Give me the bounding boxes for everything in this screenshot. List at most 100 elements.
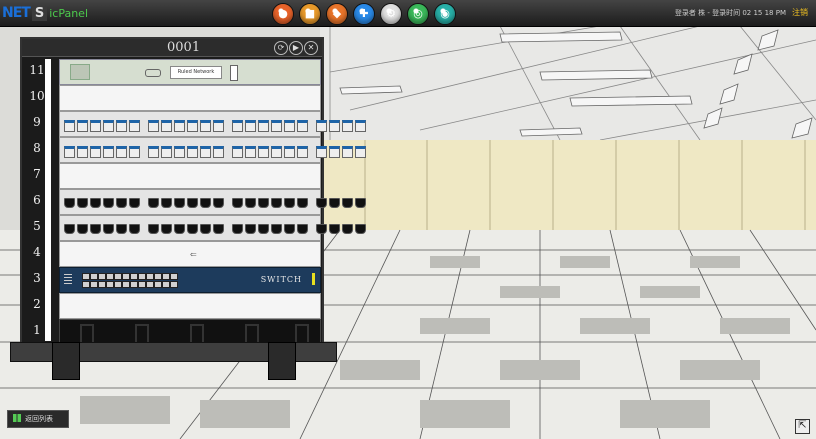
rj45-port[interactable] xyxy=(316,198,327,208)
fiber-port[interactable] xyxy=(174,146,185,158)
fiber-port[interactable] xyxy=(213,146,224,158)
rj45-port[interactable] xyxy=(187,198,198,208)
fiber-port[interactable] xyxy=(342,120,353,132)
rj45-port[interactable] xyxy=(245,224,256,234)
fiber-port[interactable] xyxy=(77,120,88,132)
expand-corner-icon[interactable]: ⇱ xyxy=(795,419,810,434)
fiber-port[interactable] xyxy=(355,146,366,158)
rj45-port[interactable] xyxy=(103,224,114,234)
switch-port[interactable] xyxy=(162,273,170,280)
fiber-port[interactable] xyxy=(64,120,75,132)
rj45-port[interactable] xyxy=(64,224,75,234)
fiber-port[interactable] xyxy=(90,146,101,158)
rack-blank-u10[interactable] xyxy=(59,85,321,111)
network-switch-u3[interactable]: SWITCH xyxy=(59,267,321,293)
rj45-port[interactable] xyxy=(77,198,88,208)
fiber-port[interactable] xyxy=(316,120,327,132)
fiber-patch-panel-u9[interactable] xyxy=(59,111,366,137)
rack-blank-u7[interactable] xyxy=(59,163,321,189)
fiber-port[interactable] xyxy=(187,120,198,132)
rj45-port[interactable] xyxy=(271,224,282,234)
rack-device-u11[interactable]: Ruled Network xyxy=(59,59,321,85)
settings-icon[interactable]: ⚙ xyxy=(380,3,402,25)
rj45-port[interactable] xyxy=(297,198,308,208)
switch-port[interactable] xyxy=(170,273,178,280)
rj45-port[interactable] xyxy=(174,198,185,208)
fiber-port[interactable] xyxy=(245,146,256,158)
fiber-port[interactable] xyxy=(200,146,211,158)
switch-port[interactable] xyxy=(122,281,130,288)
search-icon[interactable]: ◎ xyxy=(407,3,429,25)
layers-icon[interactable]: ◆ xyxy=(326,3,348,25)
switch-port[interactable] xyxy=(170,281,178,288)
rj45-port[interactable] xyxy=(200,198,211,208)
switch-port[interactable] xyxy=(114,281,122,288)
fiber-port[interactable] xyxy=(129,120,140,132)
fiber-port[interactable] xyxy=(271,146,282,158)
fiber-port[interactable] xyxy=(355,120,366,132)
play-icon[interactable]: ▶ xyxy=(289,41,303,55)
fiber-port[interactable] xyxy=(258,120,269,132)
fiber-port[interactable] xyxy=(245,120,256,132)
fiber-port[interactable] xyxy=(129,146,140,158)
rj45-port[interactable] xyxy=(116,224,127,234)
fiber-port[interactable] xyxy=(90,120,101,132)
rj45-port[interactable] xyxy=(213,224,224,234)
cable-manager-u4[interactable]: ⇐ xyxy=(59,241,321,267)
rj45-port[interactable] xyxy=(245,198,256,208)
rj45-port[interactable] xyxy=(232,198,243,208)
rj45-port[interactable] xyxy=(174,224,185,234)
fiber-port[interactable] xyxy=(213,120,224,132)
rj45-port[interactable] xyxy=(148,224,159,234)
rj45-port[interactable] xyxy=(329,198,340,208)
rj45-port[interactable] xyxy=(284,224,295,234)
fiber-port[interactable] xyxy=(64,146,75,158)
switch-port[interactable] xyxy=(130,273,138,280)
fiber-port[interactable] xyxy=(116,146,127,158)
rj45-port[interactable] xyxy=(77,224,88,234)
fiber-patch-panel-u8[interactable] xyxy=(59,137,366,163)
fiber-port[interactable] xyxy=(297,120,308,132)
copper-patch-panel-u6[interactable] xyxy=(59,189,366,215)
switch-port[interactable] xyxy=(146,281,154,288)
switch-port[interactable] xyxy=(106,273,114,280)
copper-patch-panel-u5[interactable] xyxy=(59,215,366,241)
fiber-port[interactable] xyxy=(148,120,159,132)
fiber-port[interactable] xyxy=(187,146,198,158)
switch-port[interactable] xyxy=(82,273,90,280)
rj45-port[interactable] xyxy=(297,224,308,234)
rj45-port[interactable] xyxy=(316,224,327,234)
rj45-port[interactable] xyxy=(342,198,353,208)
docs-icon[interactable]: ■ xyxy=(299,3,321,25)
switch-port[interactable] xyxy=(162,281,170,288)
rj45-port[interactable] xyxy=(213,198,224,208)
switch-port[interactable] xyxy=(90,273,98,280)
rj45-port[interactable] xyxy=(355,224,366,234)
fiber-port[interactable] xyxy=(258,146,269,158)
fiber-port[interactable] xyxy=(103,120,114,132)
fiber-port[interactable] xyxy=(284,120,295,132)
refresh-icon[interactable]: ✚ xyxy=(353,3,375,25)
fiber-port[interactable] xyxy=(161,146,172,158)
fiber-port[interactable] xyxy=(148,146,159,158)
rj45-port[interactable] xyxy=(258,198,269,208)
switch-port[interactable] xyxy=(130,281,138,288)
rj45-port[interactable] xyxy=(161,224,172,234)
switch-port[interactable] xyxy=(154,273,162,280)
rotate-icon[interactable]: ⟳ xyxy=(274,41,288,55)
fiber-port[interactable] xyxy=(103,146,114,158)
user-icon[interactable]: ● xyxy=(272,3,294,25)
fiber-port[interactable] xyxy=(116,120,127,132)
rj45-port[interactable] xyxy=(329,224,340,234)
fiber-port[interactable] xyxy=(200,120,211,132)
switch-port[interactable] xyxy=(154,281,162,288)
rj45-port[interactable] xyxy=(103,198,114,208)
rj45-port[interactable] xyxy=(64,198,75,208)
rj45-port[interactable] xyxy=(258,224,269,234)
rj45-port[interactable] xyxy=(129,198,140,208)
rj45-port[interactable] xyxy=(284,198,295,208)
rj45-port[interactable] xyxy=(161,198,172,208)
fiber-port[interactable] xyxy=(161,120,172,132)
rj45-port[interactable] xyxy=(90,224,101,234)
rj45-port[interactable] xyxy=(271,198,282,208)
